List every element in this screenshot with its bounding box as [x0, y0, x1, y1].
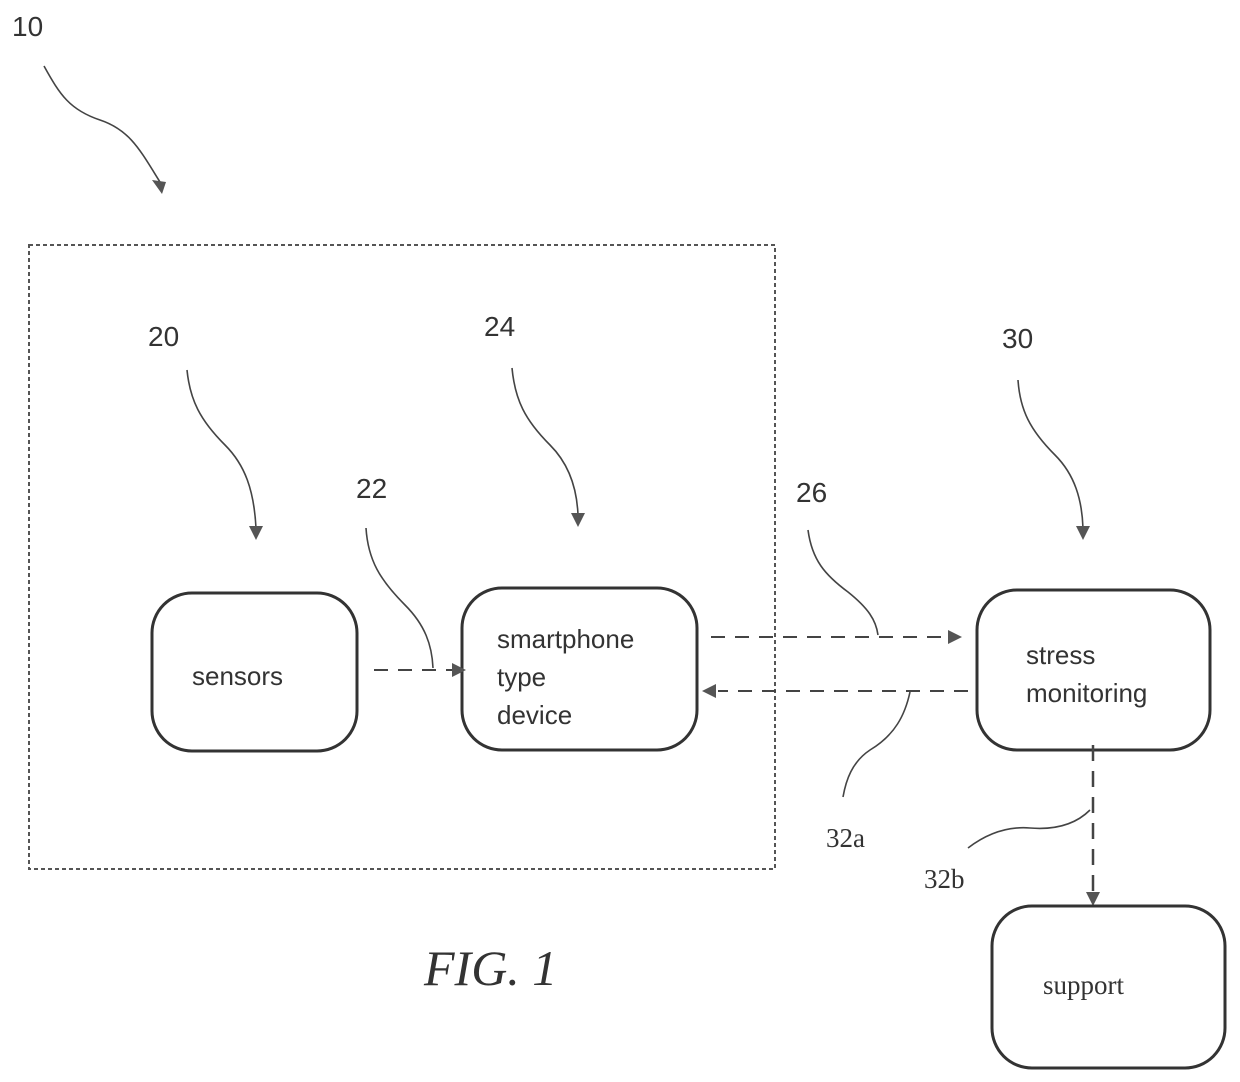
node-smartphone-line2: type	[497, 662, 546, 692]
arrowhead-32a	[702, 684, 716, 698]
label-24: 24	[484, 311, 515, 342]
node-sensors-text: sensors	[192, 661, 283, 691]
leader-10	[43, 65, 161, 183]
patent-diagram: 10 sensors 20 smartphone type device 24 …	[12, 11, 1227, 1070]
arrowhead-26	[948, 630, 962, 644]
node-stress-monitoring	[975, 588, 1212, 752]
arrowhead-22	[452, 663, 466, 677]
arrowhead-32b	[1086, 892, 1100, 906]
arrowhead-20	[249, 526, 263, 540]
label-22: 22	[356, 473, 387, 504]
arrowhead-30	[1076, 526, 1090, 540]
leader-24	[511, 367, 579, 516]
label-20: 20	[148, 321, 179, 352]
arrowhead-10	[152, 180, 166, 194]
node-support-text: support	[1043, 970, 1124, 1000]
arrowhead-24	[571, 513, 585, 527]
label-32b: 32b	[924, 864, 965, 894]
node-stress-line2: monitoring	[1026, 678, 1147, 708]
node-smartphone-line1: smartphone	[497, 624, 634, 654]
leader-26	[807, 529, 879, 636]
leader-32b	[967, 809, 1091, 849]
figure-caption: FIG. 1	[423, 940, 557, 996]
node-smartphone-line3: device	[497, 700, 572, 730]
node-stress-line1: stress	[1026, 640, 1095, 670]
label-32a: 32a	[826, 823, 865, 853]
label-26: 26	[796, 477, 827, 508]
label-30: 30	[1002, 323, 1033, 354]
leader-32a	[842, 691, 911, 798]
label-system-10: 10	[12, 11, 43, 42]
leader-30	[1017, 379, 1084, 529]
system-boundary-frame	[28, 244, 776, 870]
leader-20	[186, 369, 257, 529]
leader-22	[365, 527, 434, 669]
